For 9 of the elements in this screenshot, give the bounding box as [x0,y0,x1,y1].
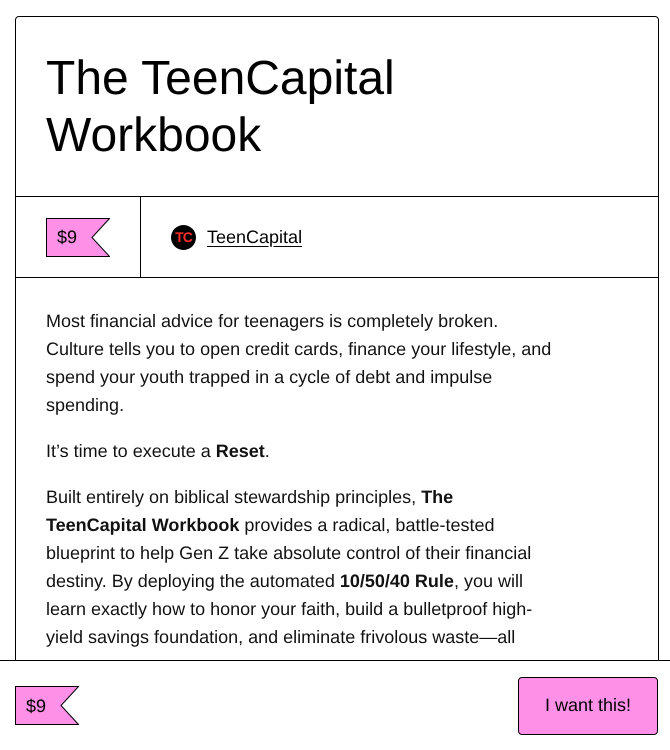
creator-avatar: TC [171,224,196,250]
description-paragraph: Built entirely on biblical stewardship principles, The TeenCapital Workbook provides a radical, battle-tested blueprint to help Gen Z take absolute control of their financial destiny. By deploying the automated 10/50/40 Rule, you will learn exactly how to honor your faith, build a bulletproof high-yield savings foundation, and eliminate frivolous waste—all [46,486,534,649]
price-tag: $9 [15,686,79,725]
description-paragraph: It’s time to execute a Reset. [46,440,271,463]
product-title: The TeenCapital Workbook [46,51,396,164]
price-tag: $9 [46,218,110,256]
creator-link[interactable]: TeenCapital [207,224,302,250]
i-want-this-button[interactable]: I want this! [518,676,658,734]
description-paragraph: Most financial advice for teenagers is completely broken. Culture tells you to open credit cards, finance your lifestyle, and spend your youth trapped in a cycle of debt and impulse spending. [46,310,552,417]
